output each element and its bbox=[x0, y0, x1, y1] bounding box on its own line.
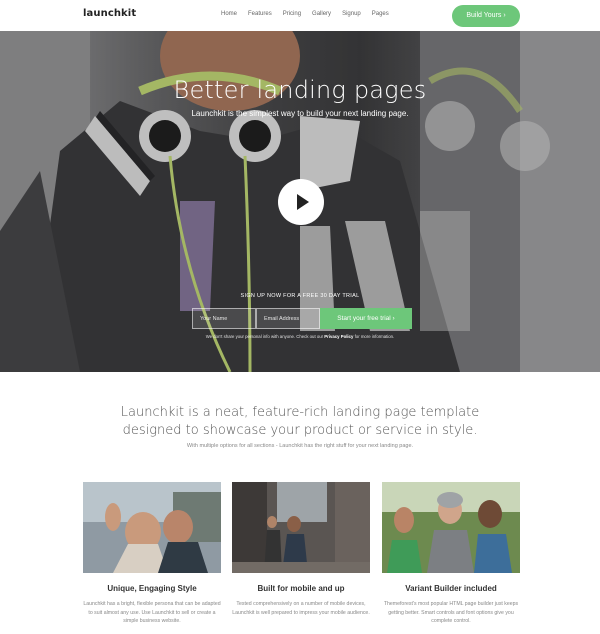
email-field[interactable] bbox=[256, 308, 320, 329]
feature-card: Built for mobile and up Tested comprehen… bbox=[232, 482, 370, 617]
nav-home[interactable]: Home bbox=[221, 11, 237, 17]
nav-features[interactable]: Features bbox=[248, 11, 272, 17]
play-video-button[interactable] bbox=[278, 179, 324, 225]
name-field[interactable] bbox=[192, 308, 256, 329]
feature-title: Variant Builder included bbox=[405, 584, 497, 593]
feature-text: Launchkit has a bright, flexible persona… bbox=[83, 601, 221, 624]
intro-heading: Launchkit is a neat, feature-rich landin… bbox=[120, 405, 480, 438]
play-icon bbox=[297, 194, 309, 210]
nav-gallery[interactable]: Gallery bbox=[312, 11, 331, 17]
main-nav: Home Features Pricing Gallery Signup Pag… bbox=[221, 11, 400, 17]
privacy-text: We don't share your personal info with a… bbox=[205, 334, 324, 339]
hero-title: Better landing pages bbox=[173, 76, 427, 104]
build-yours-button[interactable]: Build Yours › bbox=[452, 5, 520, 27]
feature-text: Themeforest's most popular HTML page bui… bbox=[383, 601, 519, 624]
feature-text: Tested comprehensively on a number of mo… bbox=[232, 601, 370, 616]
privacy-note: We don't share your personal info with a… bbox=[0, 334, 600, 339]
nav-pages[interactable]: Pages bbox=[372, 11, 389, 17]
feature-image bbox=[382, 482, 520, 573]
logo[interactable]: launchkit bbox=[83, 8, 136, 19]
feature-image bbox=[83, 482, 221, 573]
start-trial-button[interactable]: Start your free trial › bbox=[320, 308, 412, 329]
signup-label: SIGN UP NOW FOR A FREE 30 DAY TRIAL bbox=[240, 293, 360, 299]
top-navbar: launchkit Home Features Pricing Gallery … bbox=[0, 0, 600, 31]
privacy-tail: for more information. bbox=[354, 334, 395, 339]
feature-title: Unique, Engaging Style bbox=[107, 584, 197, 593]
feature-card: Variant Builder included Themeforest's m… bbox=[382, 482, 520, 626]
hero-subtitle: Launchkit is the simplest way to build y… bbox=[191, 109, 409, 118]
signup-form: Start your free trial › bbox=[192, 308, 412, 329]
nav-pricing[interactable]: Pricing bbox=[283, 11, 301, 17]
feature-image bbox=[232, 482, 370, 573]
intro-subtitle: With multiple options for all sections -… bbox=[186, 443, 414, 449]
nav-signup[interactable]: Signup bbox=[342, 11, 361, 17]
feature-card: Unique, Engaging Style Launchkit has a b… bbox=[83, 482, 221, 626]
hero-section: Better landing pages Launchkit is the si… bbox=[0, 31, 600, 372]
privacy-policy-link[interactable]: Privacy Policy bbox=[324, 334, 353, 339]
feature-title: Built for mobile and up bbox=[257, 584, 345, 593]
